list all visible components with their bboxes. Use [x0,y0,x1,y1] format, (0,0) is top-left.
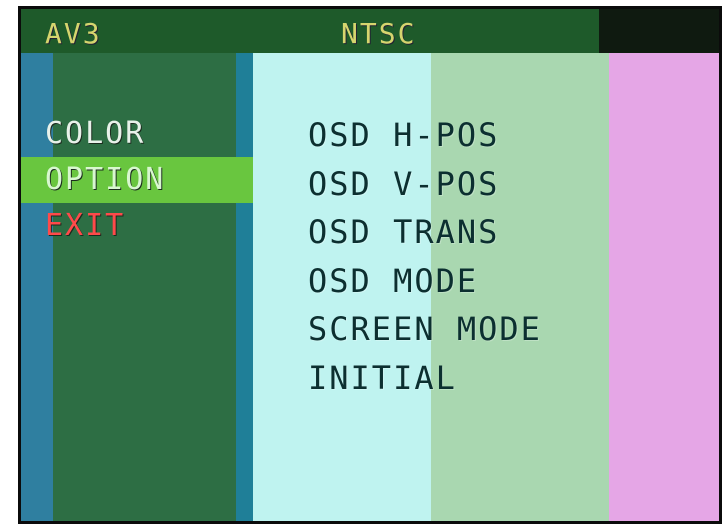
option-osd-h-pos[interactable]: OSD H-POS [308,111,668,160]
osd-header-dark-segment [599,9,719,53]
color-bar-teal-stripe [236,9,253,521]
menu-item-color[interactable]: COLOR [21,111,253,157]
option-osd-trans[interactable]: OSD TRANS [308,208,668,257]
color-bar-dark-green [53,9,253,521]
option-osd-mode[interactable]: OSD MODE [308,257,668,306]
color-bar-blue [21,9,53,521]
input-source-label: AV3 [45,17,102,50]
video-standard-label: NTSC [341,17,417,50]
monitor-screen: AV3 NTSC COLOR OPTION EXIT OSD H-POS OSD… [18,6,722,524]
osd-options-submenu: OSD H-POS OSD V-POS OSD TRANS OSD MODE S… [308,111,668,402]
option-screen-mode[interactable]: SCREEN MODE [308,305,668,354]
menu-item-exit[interactable]: EXIT [21,203,253,249]
menu-item-option[interactable]: OPTION [21,157,253,203]
osd-main-menu: COLOR OPTION EXIT [21,111,253,249]
option-osd-v-pos[interactable]: OSD V-POS [308,160,668,209]
option-initial[interactable]: INITIAL [308,354,668,403]
